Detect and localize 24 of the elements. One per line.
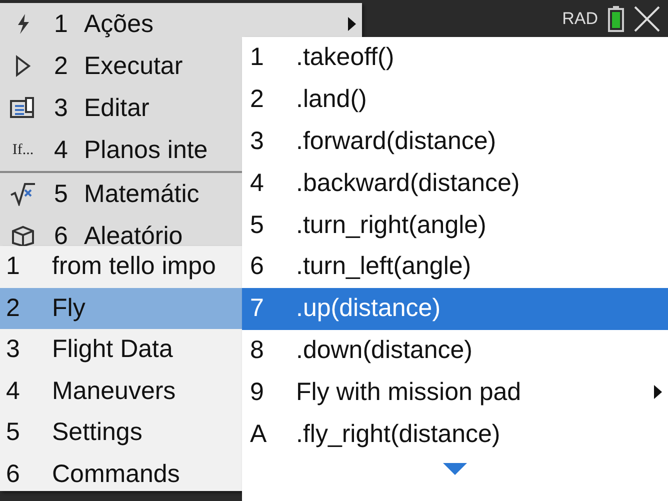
scroll-down-icon[interactable] bbox=[443, 462, 467, 475]
square-root-icon bbox=[10, 182, 36, 206]
menu-item[interactable]: 2 Fly bbox=[0, 288, 242, 329]
play-icon bbox=[15, 55, 31, 77]
menu-item[interactable]: 8 .down(distance) bbox=[242, 330, 668, 372]
menu-item[interactable]: 1 from tello impo bbox=[0, 246, 242, 288]
menu-item[interactable]: 3 .forward(distance) bbox=[242, 120, 668, 162]
menu-item[interactable]: 5 .turn_right(angle) bbox=[242, 204, 668, 246]
menu-item[interactable]: 5 Settings bbox=[0, 412, 242, 454]
menu-item[interactable]: 7 .up(distance) bbox=[242, 288, 668, 330]
dice-icon bbox=[11, 225, 35, 247]
menu-item[interactable]: 4 .backward(distance) bbox=[242, 162, 668, 204]
lightning-icon bbox=[15, 13, 31, 35]
if-icon: If... bbox=[12, 142, 34, 158]
close-icon[interactable] bbox=[634, 6, 660, 32]
menu-item[interactable]: 2 .land() bbox=[242, 78, 668, 121]
menu-item[interactable]: 6 Commands bbox=[0, 454, 242, 495]
menu-item[interactable]: 3 Flight Data bbox=[0, 329, 242, 370]
menu-item[interactable]: A .fly_right(distance) bbox=[242, 413, 668, 455]
menu-item[interactable]: 6 .turn_left(angle) bbox=[242, 246, 668, 288]
editor-icon bbox=[10, 97, 36, 119]
menu-item[interactable]: 9 Fly with mission pad bbox=[242, 371, 668, 414]
angle-mode-label: RAD bbox=[562, 8, 598, 28]
menu-item[interactable]: 4 Maneuvers bbox=[0, 370, 242, 412]
